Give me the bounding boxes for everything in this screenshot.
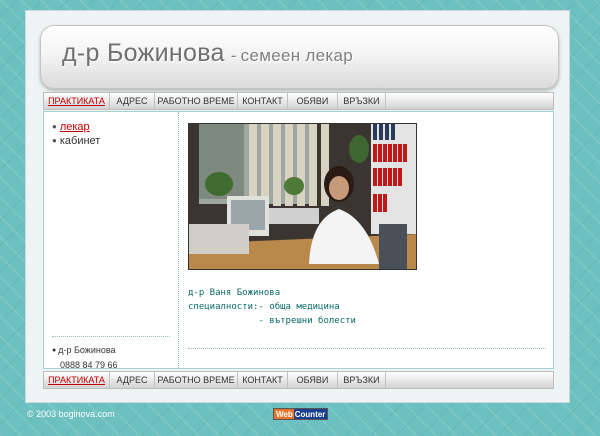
nav-item-contact[interactable]: КОНТАКТ	[238, 93, 288, 109]
doctor-specialty-2: - вътрешни болести	[188, 316, 356, 326]
doctor-info: д-р Ваня Божинова специалности:- обща мед…	[188, 286, 356, 328]
nav-item-announcements[interactable]: ОБЯВИ	[288, 372, 338, 388]
sidebar: ● лекар ● кабинет ● д-р Божинова 0888 84 79…	[44, 112, 179, 371]
bullet-icon: ●	[52, 122, 57, 131]
site-subtitle: семеен лекар	[240, 46, 354, 65]
sidebar-item-office[interactable]: ● кабинет	[52, 134, 100, 148]
doctor-specialty-1: специалности:- обща медицина	[188, 302, 340, 312]
bottom-nav: ПРАКТИКАТА АДРЕС РАБОТНО ВРЕМЕ КОНТАКТ О…	[43, 371, 554, 389]
nav-item-announcements[interactable]: ОБЯВИ	[288, 93, 338, 109]
nav-item-links[interactable]: ВРЪЗКИ	[338, 93, 386, 109]
site-title-dash: -	[230, 46, 237, 65]
nav-item-working-hours[interactable]: РАБОТНО ВРЕМЕ	[155, 372, 238, 388]
sidebar-item-label[interactable]: лекар	[60, 121, 90, 133]
nav-item-links[interactable]: ВРЪЗКИ	[338, 372, 386, 388]
sidebar-divider	[52, 336, 170, 337]
top-nav: ПРАКТИКАТА АДРЕС РАБОТНО ВРЕМЕ КОНТАКТ О…	[43, 92, 554, 110]
nav-item-address[interactable]: АДРЕС	[110, 372, 155, 388]
footer-copyright: © 2003 boginova.com	[27, 409, 115, 419]
bullet-icon: ●	[52, 136, 57, 145]
site-title: д-р Божинова - семеен лекар	[62, 39, 353, 68]
content-divider	[188, 348, 546, 349]
nav-item-practice[interactable]: ПРАКТИКАТА	[44, 372, 110, 388]
contact-name-text: д-р Божинова	[58, 345, 116, 355]
nav-item-working-hours[interactable]: РАБОТНО ВРЕМЕ	[155, 93, 238, 109]
contact-phone: 0888 84 79 66	[60, 360, 118, 370]
sidebar-contact: ● д-р Божинова 0888 84 79 66	[52, 344, 118, 371]
bullet-icon: ●	[52, 347, 57, 354]
site-title-name: д-р Божинова	[62, 39, 225, 67]
webcounter-counter: Counter	[293, 409, 328, 419]
nav-item-address[interactable]: АДРЕС	[110, 93, 155, 109]
doctor-photo	[188, 123, 417, 270]
doctor-name: д-р Ваня Божинова	[188, 288, 281, 298]
webcounter-badge[interactable]: Web Counter	[273, 408, 329, 420]
site-header: д-р Божинова - семеен лекар	[40, 25, 559, 89]
nav-item-contact[interactable]: КОНТАКТ	[238, 372, 288, 388]
page-container: д-р Божинова - семеен лекар ПРАКТИКАТА АДР…	[25, 10, 570, 403]
sidebar-item-label[interactable]: кабинет	[60, 135, 100, 147]
content-area: ● лекар ● кабинет ● д-р Божинова 0888 84 79…	[43, 111, 554, 371]
nav-item-practice[interactable]: ПРАКТИКАТА	[44, 93, 110, 109]
webcounter-web: Web	[274, 409, 294, 419]
sidebar-menu: ● лекар ● кабинет	[52, 120, 100, 148]
contact-name: ● д-р Божинова	[52, 344, 118, 357]
sidebar-item-doctor[interactable]: ● лекар	[52, 120, 100, 134]
